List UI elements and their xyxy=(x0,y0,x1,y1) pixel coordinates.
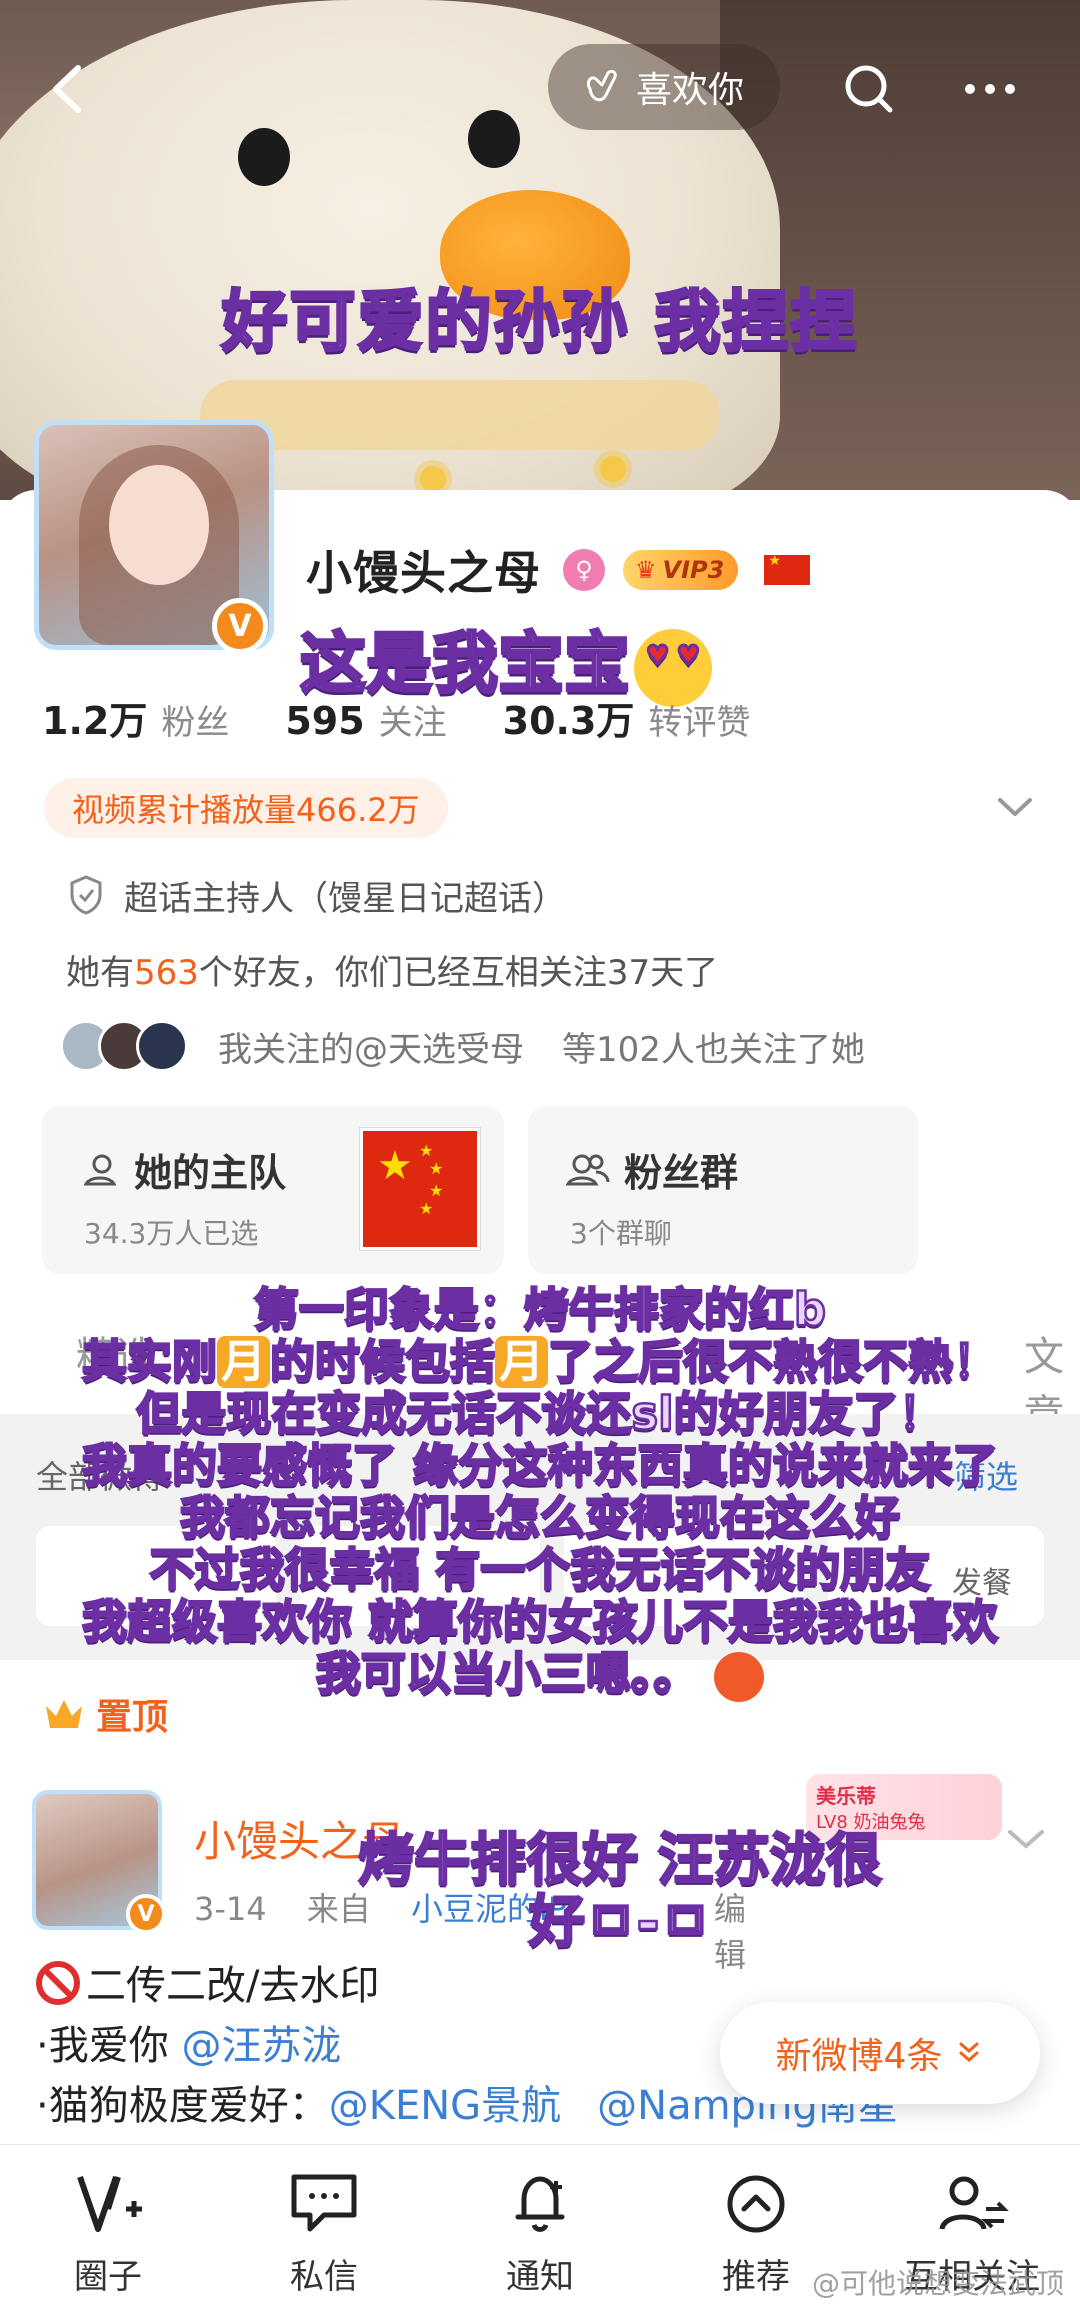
like-you-button[interactable]: 喜欢你 xyxy=(548,44,780,130)
chevron-down-icon xyxy=(1008,1830,1044,1849)
crown-icon: ♛ xyxy=(635,556,657,584)
message-icon xyxy=(291,2174,357,2232)
stat-following[interactable]: 595 关注 xyxy=(285,695,446,744)
double-chevron-down-icon xyxy=(959,2042,979,2062)
shield-icon xyxy=(70,875,102,915)
stats-row: 1.2万 粉丝 595 关注 30.3万 转评赞 xyxy=(42,690,806,743)
fan-group-tile[interactable]: 粉丝群 3个群聊 xyxy=(528,1106,918,1274)
super-topic-host[interactable]: 超话主持人（馒星日记超话） xyxy=(66,870,566,920)
user-badge-icon xyxy=(83,1154,117,1185)
cover-caption: 好可爱的孙孙 我捏捏 xyxy=(220,282,859,362)
chevron-down-icon xyxy=(998,798,1032,816)
post-sticker-caption: 烤牛排很好 汪苏泷很 好ㅁ-ㅁ xyxy=(357,1828,883,1955)
mention-link[interactable]: @汪苏泷 xyxy=(181,2023,341,2069)
video-play-count[interactable]: 视频累计播放量466.2万 xyxy=(44,778,448,838)
pinned-label: 置顶 xyxy=(42,1686,168,1742)
avatar xyxy=(136,1020,188,1072)
recommend-icon xyxy=(727,2175,785,2233)
circle-icon xyxy=(77,2176,142,2232)
overlay-caption: 第一印象是：烤牛排家的红b 其实刚月的时候包括月了之后很不熟很不熟！ 但是现在变… xyxy=(81,1282,999,1702)
female-icon: ♀ xyxy=(563,549,605,591)
chevron-left-icon xyxy=(53,65,81,113)
vip-badge[interactable]: ♛ VIP3 xyxy=(623,550,739,590)
profile-page: 好可爱的孙孙 我捏捏 喜欢你 V 小馒头之母 ♀ ♛VIP3 这是我宝宝 1.2… xyxy=(0,0,1080,2308)
more-dots-icon xyxy=(965,84,1015,94)
angry-emoji-icon xyxy=(714,1652,765,1702)
name-row: 小馒头之母 ♀ ♛ VIP3 xyxy=(306,530,811,610)
search-button[interactable] xyxy=(834,54,904,124)
nav-circle[interactable]: 圈子 xyxy=(0,2145,216,2308)
profile-avatar[interactable]: V xyxy=(34,390,274,660)
bell-icon xyxy=(515,2176,565,2232)
profile-name: 小馒头之母 xyxy=(306,546,541,600)
verified-badge-icon: V xyxy=(212,598,268,654)
nav-messages[interactable]: 私信 xyxy=(216,2145,432,2308)
hand-heart-icon xyxy=(586,69,617,102)
china-flag-icon: ★ ★ ★ ★ ★ xyxy=(360,1128,480,1250)
china-flag-icon xyxy=(764,553,811,585)
verified-badge-icon: V xyxy=(126,1894,166,1934)
group-icon xyxy=(566,1154,610,1185)
friends-info: 她有563个好友，你们已经互相关注37天了 xyxy=(66,953,719,993)
mutual-followers[interactable]: 我关注的@天选受母 等102人也关注了她 xyxy=(60,1018,865,1074)
expand-button[interactable] xyxy=(994,790,1036,826)
post-menu-button[interactable] xyxy=(1004,1824,1048,1854)
prohibited-icon xyxy=(36,1961,80,2005)
like-you-label: 喜欢你 xyxy=(636,70,745,111)
crown-icon xyxy=(46,1700,82,1728)
stat-followers[interactable]: 1.2万 粉丝 xyxy=(42,690,229,745)
back-button[interactable] xyxy=(34,54,104,124)
friends-count: 563 xyxy=(134,953,199,993)
new-posts-button[interactable]: 新微博4条 xyxy=(720,2002,1040,2104)
mutual-follow-icon xyxy=(939,2176,1009,2230)
stat-likes[interactable]: 30.3万 转评赞 xyxy=(503,690,751,745)
watermark: @可他说想变法武顶 xyxy=(811,2267,1064,2300)
post-author-avatar[interactable]: V xyxy=(32,1790,166,1934)
more-button[interactable] xyxy=(952,54,1032,124)
top-bar: 喜欢你 xyxy=(0,40,1080,140)
home-team-tile[interactable]: 她的主队 34.3万人已选 ★ ★ ★ ★ ★ xyxy=(42,1106,504,1274)
mention-link[interactable]: @KENG景航 xyxy=(329,2083,561,2129)
search-icon xyxy=(845,65,893,113)
nav-notifications[interactable]: 通知 xyxy=(432,2145,648,2308)
